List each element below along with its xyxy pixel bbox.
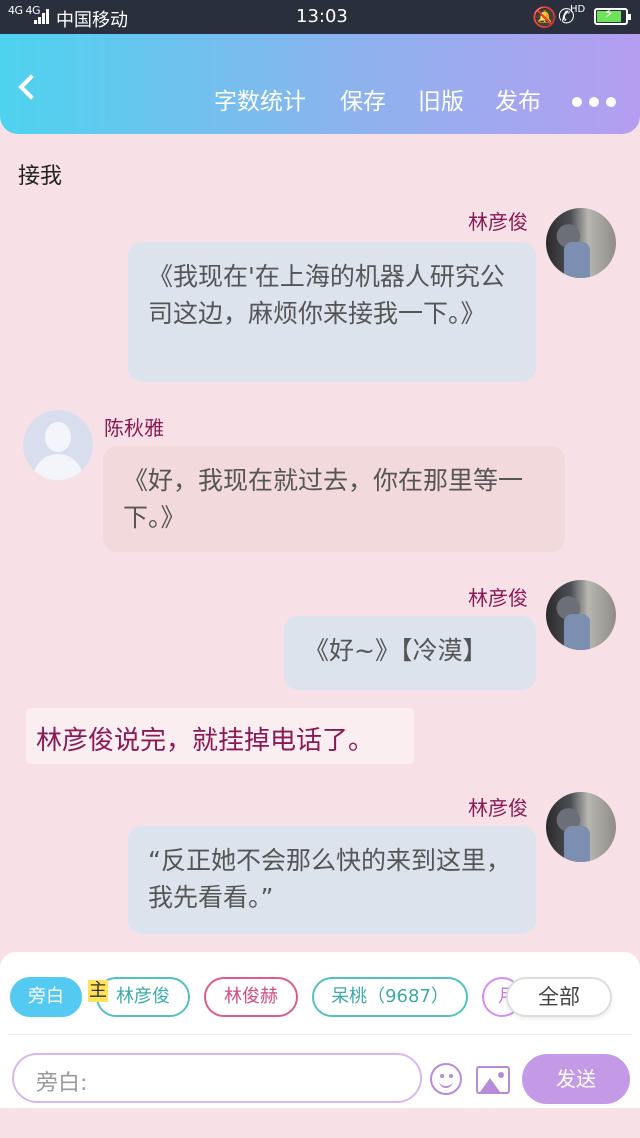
back-chevron-icon[interactable]	[18, 74, 44, 100]
speaker-name: 林彦俊	[468, 586, 528, 610]
narration-text[interactable]: 林彦俊说完，就挂掉电话了。	[26, 708, 414, 764]
message-input[interactable]: 旁白:	[12, 1053, 422, 1103]
composer-panel: 旁白 林彦俊 主 林俊赫 呆桃（9687） 月 全部 旁白: 发送	[0, 952, 640, 1108]
chapter-title: 接我	[18, 164, 63, 189]
top-toolbar: 字数统计 保存 旧版 发布	[0, 34, 640, 134]
status-bar: 4G 4G 中国移动 13:03 🔕 ✆ HD ⚡	[0, 0, 640, 34]
speaker-name: 林彦俊	[468, 210, 528, 234]
clock: 13:03	[296, 6, 348, 27]
save-button[interactable]: 保存	[340, 82, 386, 116]
message-bubble[interactable]: 《好~》【冷漠】	[284, 616, 536, 690]
emoji-icon[interactable]	[430, 1063, 462, 1095]
mute-bell-icon: 🔕	[532, 5, 557, 29]
avatar[interactable]	[546, 208, 616, 278]
publish-button[interactable]: 发布	[495, 82, 541, 116]
message-bubble[interactable]: 《我现在'在上海的机器人研究公司这边，麻烦你来接我一下。》	[128, 242, 536, 382]
signal-icon	[34, 8, 50, 24]
carrier-name: 中国移动	[56, 10, 128, 31]
more-options-icon[interactable]	[572, 92, 623, 111]
avatar[interactable]	[546, 792, 616, 862]
image-icon[interactable]	[476, 1066, 510, 1094]
hd-label: HD	[570, 4, 586, 15]
speaker-name: 陈秋雅	[104, 416, 164, 440]
speaker-name: 林彦俊	[468, 796, 528, 820]
message-bubble[interactable]: “反正她不会那么快的来到这里，我先看看。”	[128, 826, 536, 934]
avatar[interactable]	[23, 410, 93, 480]
role-chip[interactable]: 呆桃（9687）	[312, 977, 468, 1017]
battery-icon: ⚡	[594, 6, 631, 25]
role-chip[interactable]: 林俊赫	[204, 977, 298, 1017]
role-chip[interactable]: 林彦俊	[96, 977, 190, 1017]
main-character-marker: 主	[88, 980, 108, 1002]
word-count-button[interactable]: 字数统计	[214, 82, 306, 116]
send-button[interactable]: 发送	[522, 1054, 630, 1104]
all-roles-button[interactable]: 全部	[506, 977, 612, 1017]
avatar[interactable]	[546, 580, 616, 650]
role-chip-narrator[interactable]: 旁白	[10, 977, 82, 1017]
divider	[8, 1034, 632, 1035]
old-version-button[interactable]: 旧版	[418, 82, 464, 116]
message-bubble[interactable]: 《好，我现在就过去，你在那里等一下。》	[103, 446, 565, 552]
